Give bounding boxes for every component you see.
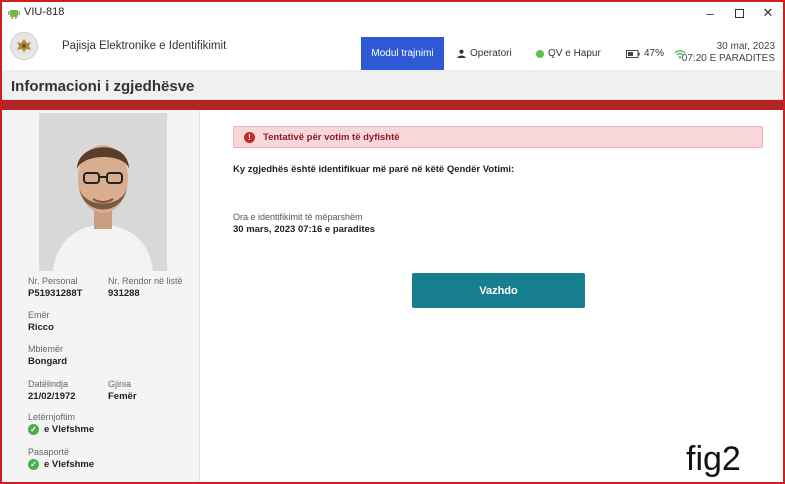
id-card-status: ✓ e Vlefshme [28,424,94,435]
eagle-emblem-icon [17,39,31,53]
tab-operators[interactable]: Operatori [457,37,512,70]
maximize-icon [734,8,744,18]
alert-strip [2,100,783,110]
battery-status: 47% [626,37,686,70]
alert-text: Tentativë për votim të dyfishtë [263,131,400,143]
date-of-birth-label: Datëlindja [28,379,69,389]
previously-identified-notice: Ky zgjedhës është identifikuar më parë n… [233,164,515,175]
page-title: Informacioni i zgjedhësve [11,78,195,95]
close-button[interactable]: ✕ [755,4,781,22]
current-date: 30 mar, 2023 [716,41,775,52]
window-title: VIU-818 [24,6,65,18]
app-header: Pajisja Elektronike e Identifikimit Modu… [2,24,783,70]
tab-training-mode[interactable]: Modul trajnimi [361,37,444,70]
personal-number-label: Nr. Personal [28,276,78,286]
emblem-logo [10,32,38,60]
previous-identification-time: 30 mars, 2023 07:16 e paradites [233,224,376,235]
android-icon [8,10,20,19]
duplicate-vote-alert: ! Tentativë për votim të dyfishtë [233,126,763,148]
gender-value: Femër [108,391,137,402]
id-card-status-text: e Vlefshme [44,424,95,436]
window-titlebar: VIU-818 – ✕ [2,2,783,24]
passport-status: ✓ e Vlefshme [28,459,94,470]
app-window: VIU-818 – ✕ Pajisja Elektronike e Identi… [0,0,785,484]
passport-label: Pasaportë [28,447,70,457]
minimize-button[interactable]: – [697,4,723,22]
gender-label: Gjinia [108,379,132,389]
user-icon [457,49,466,58]
id-card-label: Letërnjoftim [28,412,76,422]
figure-label: fig2 [686,440,741,478]
page-title-bar: Informacioni i zgjedhësve [2,70,783,100]
status-dot-icon [536,49,544,58]
list-number-value: 931288 [108,288,140,299]
maximize-button[interactable] [726,4,752,22]
checkmark-icon: ✓ [28,424,39,435]
battery-icon [626,49,640,58]
first-name-value: Ricco [28,322,54,333]
voter-details-panel: Nr. Personal Nr. Rendor në listë P519312… [2,110,200,482]
training-mode-label: Modul trajnimi [371,48,434,59]
date-of-birth-value: 21/02/1972 [28,391,76,402]
operators-label: Operatori [470,48,512,59]
datetime: 30 mar, 2023 07:20 E PARADITES [682,41,775,65]
device-name: Pajisja Elektronike e Identifikimit [62,40,227,52]
voter-photo [39,113,167,271]
list-number-label: Nr. Rendor në listë [108,276,183,286]
last-name-label: Mbiemër [28,344,64,354]
voter-portrait-image [39,113,167,271]
passport-status-text: e Vlefshme [44,459,95,471]
alert-icon: ! [244,131,255,143]
current-time: 07:20 E PARADITES [681,53,775,64]
last-name-value: Bongard [28,356,68,367]
previous-identification-label: Ora e identifikimit të mëparshëm [233,212,363,222]
first-name-label: Emër [28,310,50,320]
checkmark-icon: ✓ [28,459,39,470]
tab-polling-station-status[interactable]: QV e Hapur [536,37,601,70]
personal-number-value: P51931288T [28,288,83,299]
polling-station-label: QV e Hapur [548,48,601,59]
main-content: ! Tentativë për votim të dyfishtë Ky zgj… [201,110,783,482]
continue-button[interactable]: Vazhdo [412,273,585,308]
battery-percent: 47% [644,48,665,59]
